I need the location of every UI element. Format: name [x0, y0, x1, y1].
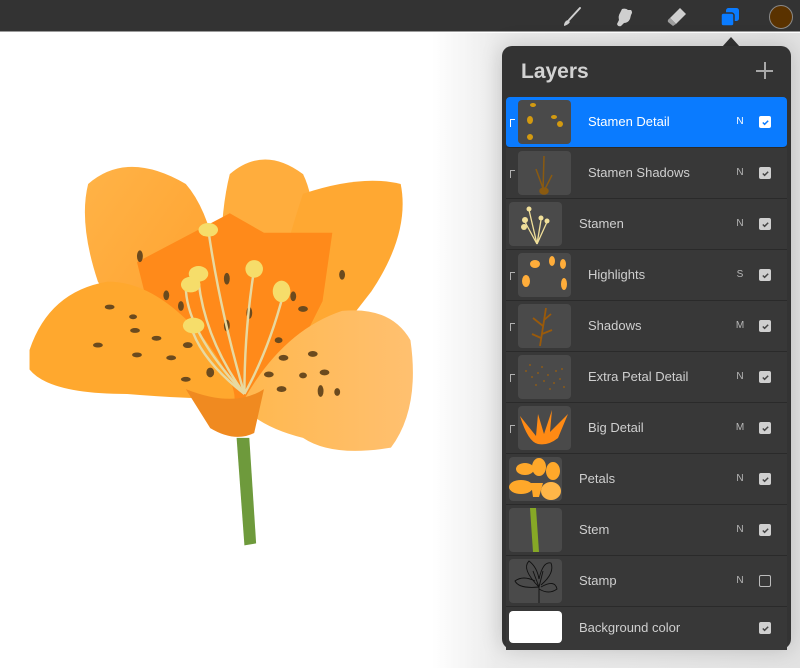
layer-name: Extra Petal Detail	[588, 369, 689, 384]
smudge-tool-button[interactable]	[611, 4, 637, 30]
layers-icon	[720, 8, 739, 27]
eraser-icon	[667, 8, 686, 26]
layer-row-stamen[interactable]: Stamen N	[506, 199, 787, 250]
layer-thumbnail	[509, 457, 562, 501]
layer-name: Highlights	[588, 267, 646, 282]
blend-mode-button[interactable]: N	[735, 473, 745, 484]
checkmark-icon	[761, 221, 769, 227]
layer-row-stem[interactable]: Stem N	[506, 505, 787, 556]
clipping-mask-icon	[510, 425, 515, 433]
layer-row-background-color[interactable]: Background color	[506, 607, 787, 650]
visibility-checkbox[interactable]	[759, 218, 771, 230]
stem	[236, 437, 257, 546]
top-toolbar	[0, 0, 800, 32]
layer-thumbnail	[518, 151, 571, 195]
brush-icon	[564, 7, 581, 26]
layer-thumbnail	[518, 406, 571, 450]
add-layer-button[interactable]	[755, 60, 775, 82]
layer-name: Background color	[579, 620, 681, 635]
blend-mode-button[interactable]: S	[735, 269, 745, 280]
layer-thumbnail	[518, 304, 571, 348]
checkmark-icon	[761, 272, 769, 278]
layer-name: Shadows	[588, 318, 642, 333]
layers-tool-button[interactable]	[717, 4, 743, 30]
layer-name: Stamp	[579, 573, 617, 588]
layer-name: Stamen Detail	[588, 114, 670, 129]
layer-row-stamen-detail[interactable]: Stamen Detail N	[506, 97, 787, 148]
checkmark-icon	[761, 425, 769, 431]
layer-row-big-detail[interactable]: Big Detail M	[506, 403, 787, 454]
checkmark-icon	[761, 170, 769, 176]
clipping-mask-icon	[510, 323, 515, 331]
brush-tool-button[interactable]	[559, 4, 585, 30]
eraser-tool-button[interactable]	[664, 4, 690, 30]
visibility-checkbox[interactable]	[759, 320, 771, 332]
visibility-checkbox[interactable]	[759, 422, 771, 434]
visibility-checkbox[interactable]	[759, 473, 771, 485]
layer-list: Stamen Detail N Stamen Shadows N Stamen …	[506, 97, 787, 650]
blend-mode-button[interactable]: N	[735, 218, 745, 229]
blend-mode-button[interactable]: N	[735, 371, 745, 382]
visibility-checkbox[interactable]	[759, 622, 771, 634]
visibility-checkbox[interactable]	[759, 575, 771, 587]
layer-thumbnail	[509, 559, 562, 603]
layer-name: Stamen	[579, 216, 624, 231]
layers-panel: Layers Stamen Detail N Stamen Shadows N	[502, 46, 791, 650]
checkmark-icon	[761, 119, 769, 125]
checkmark-icon	[761, 476, 769, 482]
blend-mode-button[interactable]: N	[735, 167, 745, 178]
clipping-mask-icon	[510, 374, 515, 382]
visibility-checkbox[interactable]	[759, 524, 771, 536]
layer-thumbnail	[509, 202, 562, 246]
blend-mode-button[interactable]: N	[735, 575, 745, 586]
layer-thumbnail	[518, 100, 571, 144]
smudge-icon	[617, 8, 632, 27]
clipping-mask-icon	[510, 272, 515, 280]
clipping-mask-icon	[510, 170, 515, 178]
blend-mode-button[interactable]: M	[735, 422, 745, 433]
layer-row-stamp[interactable]: Stamp N	[506, 556, 787, 607]
layer-name: Stamen Shadows	[588, 165, 690, 180]
visibility-checkbox[interactable]	[759, 167, 771, 179]
layer-row-petals[interactable]: Petals N	[506, 454, 787, 505]
checkmark-icon	[761, 323, 769, 329]
layer-name: Petals	[579, 471, 616, 486]
layer-row-stamen-shadows[interactable]: Stamen Shadows N	[506, 148, 787, 199]
panel-title: Layers	[521, 60, 589, 83]
blend-mode-button[interactable]: N	[735, 524, 745, 535]
color-picker-button[interactable]	[769, 5, 793, 29]
lily-artwork	[29, 159, 413, 546]
blend-mode-button[interactable]: N	[735, 116, 745, 127]
layer-row-extra-petal-detail[interactable]: Extra Petal Detail N	[506, 352, 787, 403]
layer-thumbnail	[518, 355, 571, 399]
layer-row-highlights[interactable]: Highlights S	[506, 250, 787, 301]
layer-thumbnail	[518, 253, 571, 297]
visibility-checkbox[interactable]	[759, 116, 771, 128]
layer-row-shadows[interactable]: Shadows M	[506, 301, 787, 352]
background-color-swatch[interactable]	[509, 611, 562, 643]
checkmark-icon	[761, 374, 769, 380]
visibility-checkbox[interactable]	[759, 371, 771, 383]
layer-name: Stem	[579, 522, 610, 537]
clipping-mask-icon	[510, 119, 515, 127]
checkmark-icon	[761, 625, 769, 631]
visibility-checkbox[interactable]	[759, 269, 771, 281]
layer-name: Big Detail	[588, 420, 644, 435]
blend-mode-button[interactable]: M	[735, 320, 745, 331]
layer-thumbnail	[509, 508, 562, 552]
checkmark-icon	[761, 527, 769, 533]
